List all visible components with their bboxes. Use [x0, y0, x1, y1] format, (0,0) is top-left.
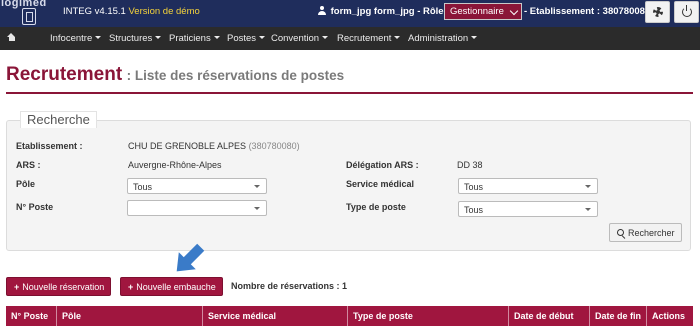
nav-item-praticiens[interactable]: Praticiens — [169, 33, 220, 44]
delegation-label: Délégation ARS : — [346, 160, 419, 170]
type-value: Tous — [464, 205, 484, 215]
column-header-poste[interactable]: N° Poste — [6, 306, 57, 326]
search-legend: Recherche — [20, 111, 97, 128]
app-version: INTEG v4.15.1 Version de démo — [63, 6, 200, 17]
nav-item-label: Postes — [227, 33, 257, 44]
delegation-value: DD 38 — [457, 160, 483, 170]
caret-down-icon — [259, 36, 266, 39]
page-subtitle: : Liste des réservations de postes — [126, 68, 345, 83]
search-icon — [617, 229, 624, 236]
caret-down-icon — [155, 36, 162, 39]
user-icon — [318, 6, 326, 15]
service-label: Service médical — [346, 179, 415, 189]
etablissement-info: - Etablissement : 380780080 — [524, 6, 651, 17]
type-label: Type de poste — [346, 202, 406, 212]
new-embauche-label: Nouvelle embauche — [136, 282, 216, 292]
table-header: N° Poste Pôle Service médical Type de po… — [6, 306, 693, 326]
new-reservation-button[interactable]: + Nouvelle réservation — [6, 277, 111, 296]
plus-icon: + — [128, 282, 134, 292]
page-title: Recrutement : Liste des réservations de … — [6, 64, 344, 86]
etablissement-code: (380780080) — [248, 141, 300, 151]
power-icon — [682, 5, 692, 17]
ars-label: ARS : — [16, 160, 41, 170]
home-icon[interactable] — [7, 33, 16, 42]
nav-item-label: Structures — [109, 33, 153, 44]
caret-down-icon — [394, 36, 401, 39]
caret-down-icon — [95, 36, 102, 39]
etablissement-value: CHU DE GRENOBLE ALPES (380780080) — [128, 141, 300, 151]
poste-select[interactable] — [127, 200, 267, 216]
caret-down-icon — [585, 208, 591, 211]
column-header-date-debut[interactable]: Date de début — [509, 306, 590, 326]
caret-down-icon — [471, 36, 478, 39]
nav-item-administration[interactable]: Administration — [408, 33, 478, 44]
nav-item-label: Infocentre — [50, 33, 93, 44]
role-select[interactable]: Gestionnaire — [444, 3, 522, 20]
demo-label: Version de démo — [128, 6, 200, 17]
app-name: INTEG v4.15.1 — [63, 6, 126, 17]
column-header-type[interactable]: Type de poste — [348, 306, 509, 326]
nav-item-structures[interactable]: Structures — [109, 33, 162, 44]
nav-item-label: Praticiens — [169, 33, 211, 44]
caret-down-icon — [254, 185, 260, 188]
caret-down-icon — [585, 185, 591, 188]
pole-value: Tous — [133, 182, 153, 192]
new-reservation-label: Nouvelle réservation — [22, 282, 105, 292]
poste-label: N° Poste — [16, 202, 54, 212]
etablissement-label: Etablissement : — [16, 141, 83, 151]
nav-item-postes[interactable]: Postes — [227, 33, 266, 44]
top-bar: logimed INTEG v4.15.1 Version de démo fo… — [0, 0, 700, 27]
column-header-service[interactable]: Service médical — [203, 306, 348, 326]
service-select[interactable]: Tous — [458, 178, 598, 194]
nav-item-label: Convention — [271, 33, 320, 44]
arrow-indicator-icon — [176, 243, 205, 272]
reservation-count: Nombre de réservations : 1 — [231, 281, 348, 291]
caret-down-icon — [254, 207, 260, 210]
chevron-down-icon — [509, 6, 519, 16]
title-divider — [6, 92, 693, 94]
search-button[interactable]: Rechercher — [609, 223, 682, 242]
search-button-label: Rechercher — [628, 228, 675, 238]
nav-item-convention[interactable]: Convention — [271, 33, 329, 44]
pole-label: Pôle — [16, 179, 36, 189]
column-header-actions: Actions — [652, 311, 686, 321]
plus-icon: + — [14, 282, 20, 292]
column-header-date-fin[interactable]: Date de fin — [590, 306, 647, 326]
logout-button[interactable] — [674, 1, 699, 23]
pole-select[interactable]: Tous — [127, 178, 267, 194]
caret-down-icon — [322, 36, 329, 39]
user-name: form_jpg form_jpg — [330, 6, 415, 17]
user-info: form_jpg form_jpg - Rôle : — [318, 6, 449, 17]
nav-item-infocentre[interactable]: Infocentre — [50, 33, 102, 44]
logo-mark-icon — [22, 8, 36, 25]
nav-item-recrutement[interactable]: Recrutement — [337, 33, 401, 44]
main-nav: Infocentre Structures Praticiens Postes … — [0, 27, 700, 50]
ars-value: Auvergne-Rhône-Alpes — [128, 160, 222, 170]
page-title-main: Recrutement — [6, 64, 123, 85]
etablissement-name: CHU DE GRENOBLE ALPES — [128, 141, 247, 151]
type-select[interactable]: Tous — [458, 201, 598, 217]
nav-item-label: Recrutement — [337, 33, 392, 44]
settings-button[interactable] — [645, 1, 670, 23]
gear-icon — [653, 7, 663, 17]
new-embauche-button[interactable]: + Nouvelle embauche — [120, 277, 223, 296]
logo[interactable]: logimed — [0, 0, 50, 27]
column-header-pole[interactable]: Pôle — [57, 306, 203, 326]
caret-down-icon — [213, 36, 220, 39]
role-value: Gestionnaire — [450, 6, 504, 17]
nav-item-label: Administration — [408, 33, 469, 44]
service-value: Tous — [464, 182, 484, 192]
